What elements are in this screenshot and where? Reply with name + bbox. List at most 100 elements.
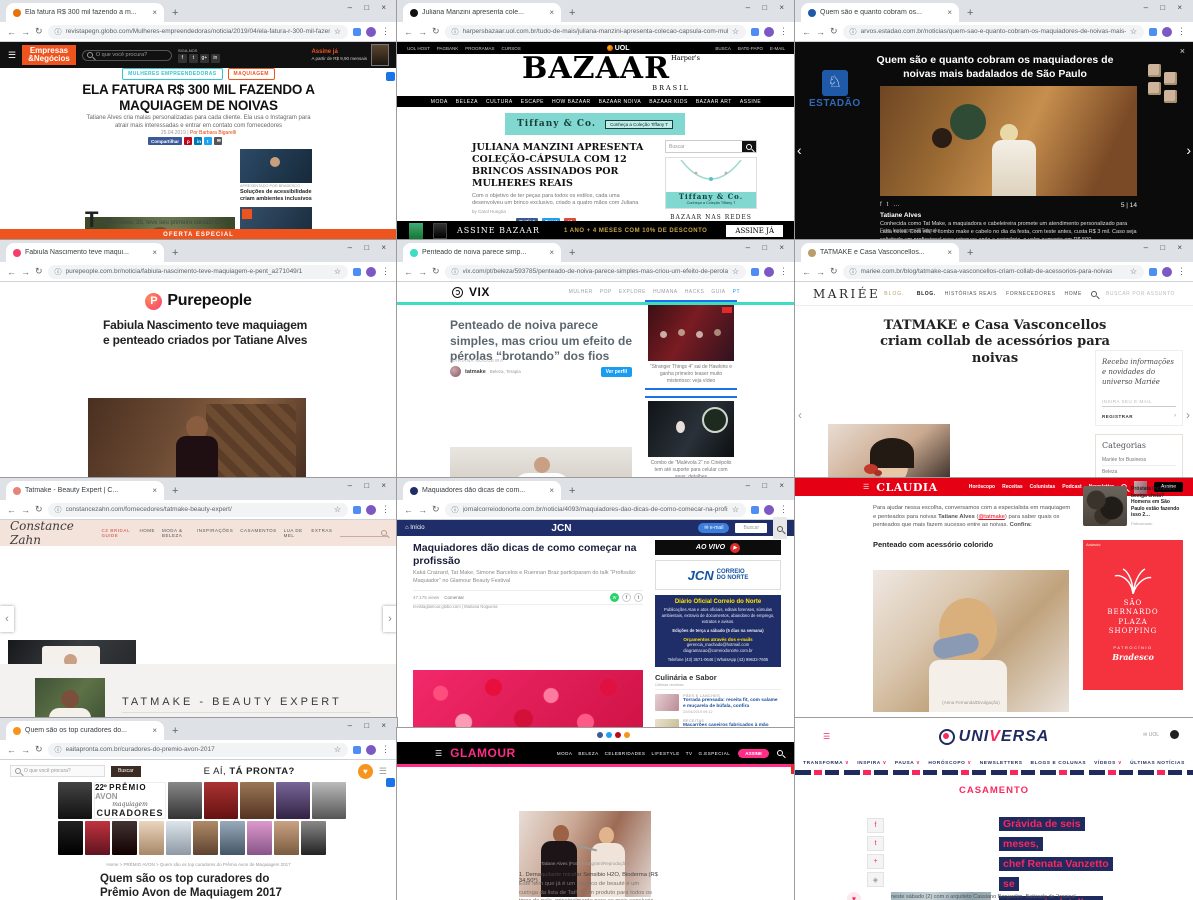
nav-mulher[interactable]: MULHER bbox=[569, 289, 593, 295]
browser-tab[interactable]: Quem são os top curadores do...× bbox=[6, 721, 164, 740]
nav-beleza[interactable]: BELEZA bbox=[456, 99, 478, 105]
nav-blogs[interactable]: BLOGS E COLUNAS bbox=[1031, 761, 1087, 766]
menu-dots-icon[interactable]: ⋮ bbox=[779, 504, 788, 515]
follow-button[interactable]: Ver perfil bbox=[601, 367, 632, 377]
browser-tab[interactable]: Quem são e quanto cobram os...× bbox=[801, 3, 959, 22]
tiffany-banner-ad[interactable]: Tiffany & Co. Conheça a Coleção Tiffany … bbox=[505, 113, 685, 135]
bookmark-star-icon[interactable]: ☆ bbox=[334, 745, 341, 754]
nav-colunistas[interactable]: Colunistas bbox=[1030, 484, 1056, 490]
site-info-icon[interactable]: ⓘ bbox=[55, 267, 62, 277]
back-icon[interactable]: ← bbox=[7, 745, 16, 755]
vix-wordmark[interactable]: VIX bbox=[469, 285, 490, 299]
recipe-item[interactable]: PÃES E LANCHESTorrada prensada: receita … bbox=[655, 694, 781, 714]
profile-avatar[interactable] bbox=[764, 267, 774, 277]
facebook-icon[interactable]: f bbox=[622, 593, 631, 602]
reload-icon[interactable]: ↻ bbox=[35, 504, 43, 515]
uol-email[interactable]: E-MAIL bbox=[770, 46, 785, 51]
pinterest-icon[interactable] bbox=[615, 732, 621, 738]
nav-newsletters[interactable]: NEWSLETTERS bbox=[980, 761, 1023, 766]
nav-videos[interactable]: VÍDEOS ∨ bbox=[1094, 760, 1122, 766]
nav-explore[interactable]: EXPLORE bbox=[619, 289, 646, 295]
bookmark-star-icon[interactable]: ☆ bbox=[334, 27, 341, 36]
nav-cultura[interactable]: CULTURA bbox=[486, 99, 513, 105]
diario-oficial-ad[interactable]: Diário Oficial Correio do Norte Publicaç… bbox=[655, 595, 781, 667]
author-handle[interactable]: tatmake bbox=[465, 369, 486, 375]
url-field[interactable]: ⓘharpersbazaar.uol.com.br/tudo-de-mais/j… bbox=[445, 25, 746, 39]
email-icon[interactable] bbox=[624, 732, 630, 738]
search-box[interactable]: Buscar bbox=[665, 140, 757, 153]
search-button[interactable]: Buscar bbox=[111, 766, 141, 777]
bookmark-star-icon[interactable]: ☆ bbox=[732, 27, 739, 36]
profile-avatar[interactable] bbox=[1162, 267, 1172, 277]
extension-icon[interactable] bbox=[751, 268, 759, 276]
facebook-icon[interactable] bbox=[597, 732, 603, 738]
nav-pop[interactable]: POP bbox=[600, 289, 612, 295]
nav-home[interactable]: HOME bbox=[140, 528, 156, 538]
sidebar-video-thumb[interactable] bbox=[240, 149, 312, 183]
bookmark-star-icon[interactable]: ☆ bbox=[732, 267, 739, 276]
back-icon[interactable]: ← bbox=[404, 27, 413, 37]
site-info-icon[interactable]: ⓘ bbox=[55, 745, 62, 755]
nav-beleza[interactable]: BELEZA bbox=[578, 751, 598, 756]
forward-icon[interactable]: → bbox=[418, 505, 427, 515]
url-field[interactable]: ⓘrevistapegn.globo.com/Mulheres-empreend… bbox=[48, 25, 348, 39]
back-icon[interactable]: ← bbox=[7, 27, 16, 37]
headphones-icon[interactable]: ♥ bbox=[358, 764, 373, 779]
category-item[interactable]: Beleza bbox=[1102, 466, 1176, 478]
offer-bar[interactable]: OFERTA ESPECIAL bbox=[0, 229, 397, 240]
close-tab-icon[interactable]: × bbox=[152, 726, 157, 735]
window-controls[interactable]: – □ × bbox=[746, 481, 789, 490]
site-info-icon[interactable]: ⓘ bbox=[55, 505, 62, 515]
account-icon[interactable] bbox=[1170, 730, 1179, 739]
reload-icon[interactable]: ↻ bbox=[830, 266, 838, 277]
search-input[interactable]: Buscar bbox=[735, 523, 767, 533]
profile-avatar[interactable] bbox=[764, 505, 774, 515]
extension-icon[interactable] bbox=[1149, 268, 1157, 276]
forward-icon[interactable]: → bbox=[418, 267, 427, 277]
menu-icon[interactable]: ☰ bbox=[8, 50, 16, 61]
nav-pt[interactable]: PT bbox=[733, 289, 740, 295]
uol-link[interactable]: UOL HOST bbox=[407, 46, 430, 51]
twitter-share[interactable]: t bbox=[867, 836, 884, 851]
profile-avatar[interactable] bbox=[764, 27, 774, 37]
site-info-icon[interactable]: ⓘ bbox=[850, 267, 857, 277]
browser-tab[interactable]: Penteado de noiva parece simp...× bbox=[403, 243, 561, 262]
nav-celebridades[interactable]: CELEBRIDADES bbox=[605, 751, 646, 756]
back-icon[interactable]: ← bbox=[802, 267, 811, 277]
window-controls[interactable]: – □ × bbox=[1144, 3, 1187, 12]
menu-dots-icon[interactable]: ⋮ bbox=[381, 266, 390, 277]
url-field[interactable]: ⓘmariee.com.br/blog/tatmake-casa-vasconc… bbox=[843, 265, 1144, 279]
menu-dots-icon[interactable]: ⋮ bbox=[381, 26, 390, 37]
extension-icon[interactable] bbox=[751, 506, 759, 514]
window-controls[interactable]: – □ × bbox=[348, 481, 391, 490]
nav-inspira[interactable]: INSPIRA ∨ bbox=[857, 760, 887, 766]
nav-assine[interactable]: ASSINE bbox=[740, 99, 761, 105]
menu-icon[interactable]: ☰ bbox=[863, 483, 869, 491]
nav-horoscopo[interactable]: HORÓSCOPO ∨ bbox=[928, 760, 971, 766]
whatsapp-icon[interactable]: w bbox=[610, 593, 619, 602]
plus-share[interactable]: + bbox=[867, 854, 884, 869]
search-field[interactable] bbox=[340, 530, 387, 537]
subscribe-block[interactable]: Assine jáA partir de R$ 9,90 mensais bbox=[311, 44, 389, 66]
nav-ultimas[interactable]: ÚLTIMAS NOTÍCIAS bbox=[1130, 761, 1185, 766]
claudia-logo[interactable]: CLAUDIA bbox=[876, 481, 937, 494]
section-title[interactable]: Culinária e Sabor bbox=[655, 673, 781, 682]
window-controls[interactable]: – □ × bbox=[1144, 243, 1187, 252]
site-info-icon[interactable]: ⓘ bbox=[452, 505, 459, 515]
reload-icon[interactable]: ↻ bbox=[830, 26, 838, 37]
nav-bridal-guide[interactable]: CZ BRIDAL GUIDE bbox=[102, 528, 133, 538]
forward-icon[interactable]: → bbox=[418, 27, 427, 37]
extension-icon[interactable] bbox=[751, 28, 759, 36]
bookmark-star-icon[interactable]: ☆ bbox=[1130, 267, 1137, 276]
nav-receitas[interactable]: Receitas bbox=[1002, 484, 1023, 490]
translate-icon[interactable] bbox=[386, 778, 395, 787]
nav-gespecial[interactable]: G.ESPECIAL bbox=[698, 751, 730, 756]
profile-avatar[interactable] bbox=[366, 745, 376, 755]
nav-hacks[interactable]: HACKS bbox=[685, 289, 705, 295]
new-tab-button[interactable]: + bbox=[172, 485, 178, 497]
extension-icon[interactable] bbox=[353, 746, 361, 754]
uol-link[interactable]: PROGRAMAS bbox=[465, 46, 494, 51]
tiffany-sidebar-ad[interactable]: Tiffany & Co. Conheça a Coleção Tiffany … bbox=[665, 157, 757, 209]
uol-mail-link[interactable]: ✉ UOL bbox=[1143, 732, 1159, 738]
profile-avatar[interactable] bbox=[1162, 27, 1172, 37]
